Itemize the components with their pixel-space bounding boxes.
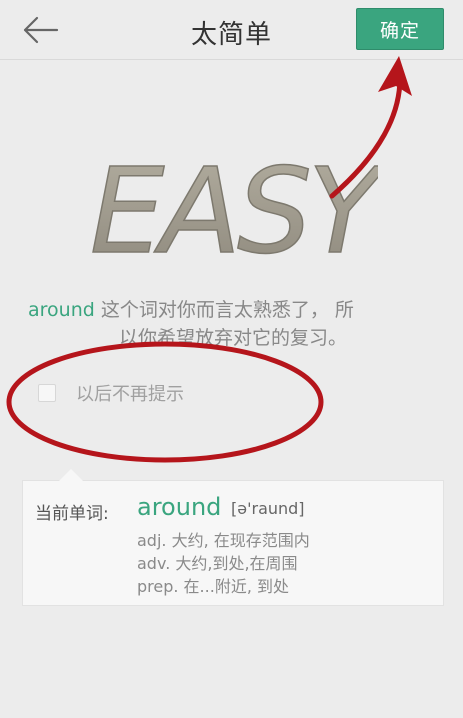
definition-adj: adj. 大约, 在现存范围内 [137, 531, 310, 550]
easy-logo: EASY [89, 150, 378, 270]
description: around 这个词对你而言太熟悉了， 所 以你希望放弃对它的复习。 [28, 296, 438, 352]
description-word: around [28, 299, 95, 321]
annotation-arrowhead [378, 56, 412, 96]
current-word-label: 当前单词: [35, 504, 109, 524]
header-bar: 太简单 确定 [0, 0, 463, 60]
dont-show-again-checkbox[interactable] [38, 384, 56, 402]
annotation-overlay [6, 56, 412, 463]
description-line2: 以你希望放弃对它的复习。 [118, 327, 347, 349]
dont-show-again-option[interactable]: 以后不再提示 [38, 380, 184, 406]
current-word: around [137, 493, 222, 521]
easy-logo-text: EASY [90, 150, 378, 270]
definition-adv: adv. 大约,到处,在周围 [137, 554, 298, 573]
card-pointer [59, 469, 83, 481]
definition-prep: prep. 在...附近, 到处 [137, 577, 289, 596]
description-line1: 这个词对你而言太熟悉了， 所 [94, 299, 354, 321]
phonetic: [ə'raund] [231, 499, 305, 518]
dont-show-again-label: 以后不再提示 [76, 384, 184, 405]
current-word-card: 当前单词: around [ə'raund] adj. 大约, 在现存范围内 a… [22, 469, 444, 606]
confirm-button[interactable]: 确定 [356, 8, 444, 50]
